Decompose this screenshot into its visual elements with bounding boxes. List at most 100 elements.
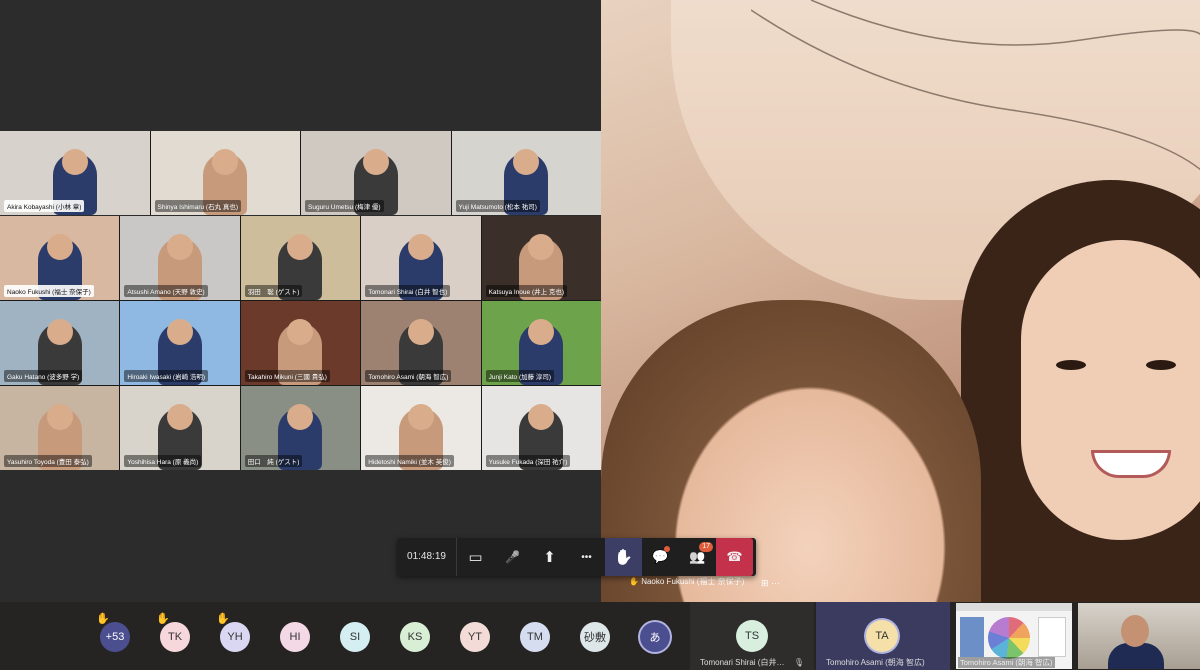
participant-name: Hidetoshi Namiki (並木 英俊) <box>365 455 454 467</box>
avatar[interactable]: SI <box>340 622 370 652</box>
avatar-initials: あ <box>649 632 661 644</box>
avatar[interactable]: あ <box>640 622 670 652</box>
participant-name: Yasuhiro Toyoda (豊田 泰弘) <box>4 455 92 467</box>
participant-name: Tomonari Shirai (白井… <box>700 658 785 667</box>
self-face <box>1121 615 1149 647</box>
avatar-initials: KS <box>407 631 423 643</box>
shared-screen-thumbnail[interactable]: Tomohiro Asami (朝海 智広) <box>956 603 1072 669</box>
avatar-initials: SI <box>349 631 361 643</box>
raised-hand-icon: ✋ <box>216 613 230 625</box>
hand-icon: ✋ <box>614 549 633 566</box>
participant-name: Yoshihisa Hara (原 義尚) <box>124 455 202 467</box>
gallery-stage: Akira Kobayashi (小林 章) Shinya Ishimaru (… <box>0 0 601 602</box>
avatar-initials: HI <box>289 631 301 643</box>
participant-name: Takahiro Mikuni (三國 貴弘) <box>244 370 330 382</box>
participant-name: Suguru Umetsu (梅津 優) <box>305 200 384 212</box>
participant-name: Atsushi Amano (天野 敦史) <box>124 285 208 297</box>
video-tile[interactable]: Yuji Matsumoto (松本 祐司) <box>451 131 601 215</box>
video-tile[interactable]: Hidetoshi Namiki (並木 英俊) <box>361 386 481 470</box>
video-tile[interactable]: Takahiro Mikuni (三國 貴弘) <box>240 301 361 385</box>
mic-button[interactable]: 🎤 <box>494 538 531 576</box>
raised-hand-icon: ✋ <box>96 613 110 625</box>
video-tile[interactable]: Yasuhiro Toyoda (豊田 泰弘) <box>0 386 120 470</box>
hang-up-icon: ☎ <box>726 549 743 564</box>
participant-name: Shinya Ishimaru (石丸 真也) <box>154 200 242 212</box>
avatar-initials: YH <box>227 631 243 643</box>
unread-dot <box>664 546 670 552</box>
avatar: TA <box>866 620 898 652</box>
avatar[interactable]: YH ✋ <box>216 613 250 652</box>
participant-name: 羽田 聡 (ゲスト) <box>244 285 303 297</box>
video-tile[interactable]: Atsushi Amano (天野 敦史) <box>120 216 240 300</box>
camera-icon: ▭ <box>468 549 483 566</box>
mic-off-icon: 🎙 <box>793 658 804 667</box>
participant-name: Gaku Hatano (波多野 学) <box>4 370 83 382</box>
participant-grid: Naoko Fukushi (福士 奈保子) Atsushi Amano (天野 … <box>0 216 601 470</box>
person-face <box>1021 240 1200 540</box>
video-tile[interactable]: Tomohiro Asami (朝海 智広) <box>361 301 481 385</box>
video-tile[interactable]: 羽田 聡 (ゲスト) <box>240 216 361 300</box>
video-tile[interactable]: 田口 純 (ゲスト) <box>240 386 361 470</box>
avatar[interactable]: TM <box>520 622 550 652</box>
more-participants-button[interactable]: +53 ✋ <box>96 613 130 652</box>
avatar-initials: 砂敷 <box>584 632 606 644</box>
video-tile[interactable]: Yusuke Fukada (深田 祐介) <box>481 386 601 470</box>
more-actions-button[interactable]: ••• <box>568 538 605 576</box>
avatar[interactable]: YT <box>460 622 490 652</box>
video-tile[interactable]: Akira Kobayashi (小林 章) <box>0 131 150 215</box>
participant-name: Tomohiro Asami (朝海 智広) <box>365 370 452 382</box>
thumbnail-toolbar <box>956 603 1072 611</box>
spotlight-options-icon[interactable]: ⊞ ··· <box>761 578 780 589</box>
avatar-initials: +53 <box>105 631 125 643</box>
call-timer: 01:48:19 <box>397 538 457 576</box>
thumbnail-image <box>960 617 984 657</box>
participant-tile[interactable]: TS Tomonari Shirai (白井… 🎙 <box>690 602 814 670</box>
avatar[interactable]: KS <box>400 622 430 652</box>
avatar-initials: TM <box>527 631 543 643</box>
spotlight-video[interactable]: ✋ Naoko Fukushi (福士 奈保子) ⊞ ··· <box>601 0 1200 602</box>
avatar-initials: TK <box>167 631 183 643</box>
participant-name: 田口 純 (ゲスト) <box>244 455 303 467</box>
hang-up-button[interactable]: ☎ <box>716 538 753 576</box>
mic-off-icon: 🎤 <box>505 550 520 564</box>
participant-name: Yusuke Fukada (深田 祐介) <box>485 455 571 467</box>
string-lights <box>751 0 1200 171</box>
participant-name: Katsuya Inoue (井上 克也) <box>485 285 568 297</box>
raised-hand-icon: ✋ <box>629 577 639 586</box>
avatar[interactable]: 砂敷 <box>580 622 610 652</box>
video-tile[interactable]: Yoshihisa Hara (原 義尚) <box>120 386 240 470</box>
video-tile[interactable]: Suguru Umetsu (梅津 優) <box>301 131 451 215</box>
top-row: Akira Kobayashi (小林 章) Shinya Ishimaru (… <box>0 131 601 215</box>
eye <box>1056 360 1086 370</box>
raised-hand-icon: ✋ <box>156 613 170 625</box>
raise-hand-button[interactable]: ✋ <box>605 538 642 576</box>
video-tile[interactable]: Katsuya Inoue (井上 克也) <box>481 216 601 300</box>
participant-tile[interactable]: TA Tomohiro Asami (朝海 智広) <box>816 602 950 670</box>
participant-name: Junji Kato (加藤 淳司) <box>485 370 555 382</box>
camera-button[interactable]: ▭ <box>457 538 494 576</box>
video-tile[interactable]: Gaku Hatano (波多野 学) <box>0 301 120 385</box>
self-video-thumbnail[interactable] <box>1078 603 1200 669</box>
participant-name: Yuji Matsumoto (松本 祐司) <box>455 200 540 212</box>
video-tile[interactable]: Hiroaki Iwasaki (岩崎 浩明) <box>120 301 240 385</box>
participant-name: Tomohiro Asami (朝海 智広) <box>826 658 925 667</box>
avatar-initials: YT <box>467 631 483 643</box>
eye <box>1146 360 1176 370</box>
avatar[interactable]: TK ✋ <box>156 613 190 652</box>
more-icon: ••• <box>581 551 592 563</box>
video-tile[interactable]: Tomonari Shirai (白井 智也) <box>361 216 481 300</box>
thumbnail-wheel <box>988 617 1030 659</box>
share-button[interactable]: ⬆ <box>531 538 568 576</box>
spotlight-name: ✋ Naoko Fukushi (福士 奈保子) <box>629 577 745 586</box>
participant-name: Tomonari Shirai (白井 智也) <box>365 285 451 297</box>
video-tile[interactable]: Junji Kato (加藤 淳司) <box>481 301 601 385</box>
share-icon: ⬆ <box>543 549 556 566</box>
share-name: Tomohiro Asami (朝海 智広) <box>958 657 1055 668</box>
thumbnail-panel <box>1038 617 1066 657</box>
avatar[interactable]: HI <box>280 622 310 652</box>
video-tile[interactable]: Shinya Ishimaru (石丸 真也) <box>150 131 300 215</box>
participants-button[interactable]: 👥 17 <box>679 538 716 576</box>
video-tile[interactable]: Naoko Fukushi (福士 奈保子) <box>0 216 120 300</box>
chat-button[interactable]: 💬 <box>642 538 679 576</box>
participant-name: Akira Kobayashi (小林 章) <box>4 200 85 212</box>
